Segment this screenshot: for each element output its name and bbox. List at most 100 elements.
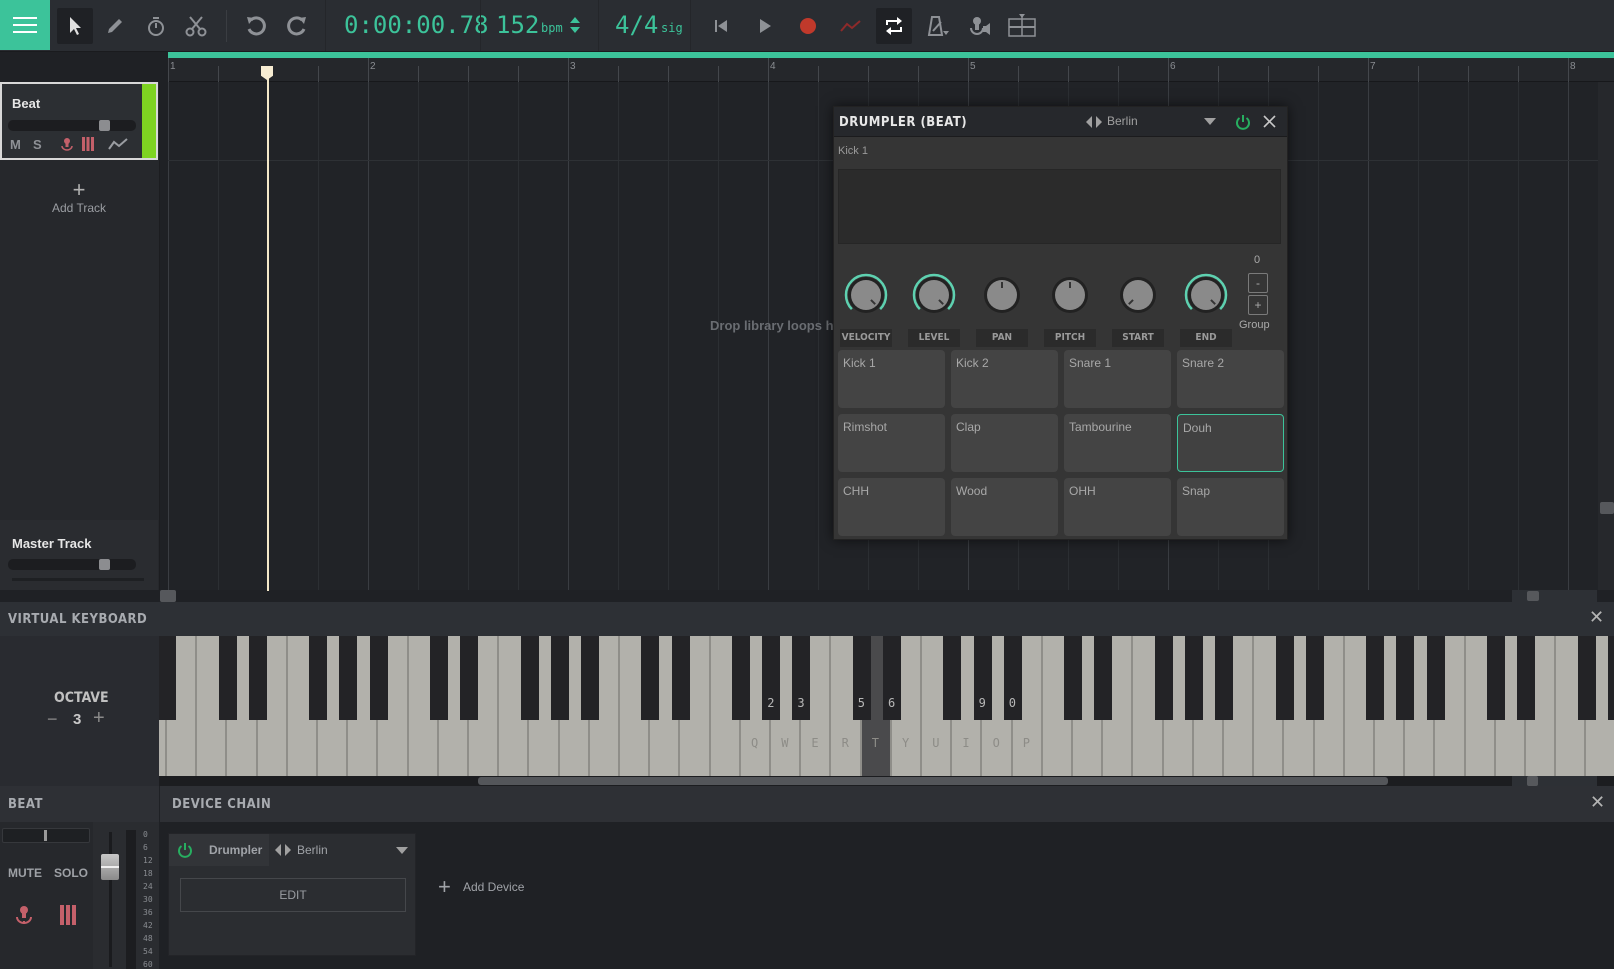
preset-name[interactable]: Berlin <box>1107 114 1138 128</box>
knob-dial-icon[interactable] <box>906 267 962 325</box>
midi-keyboard-icon[interactable] <box>60 905 76 925</box>
signature-display[interactable]: 4/4 sig <box>598 0 690 51</box>
rewind-button[interactable] <box>703 8 739 44</box>
black-key[interactable] <box>1305 636 1324 720</box>
black-key[interactable] <box>1215 636 1234 720</box>
arrange-vertical-scrollbar[interactable] <box>1598 82 1614 590</box>
drum-pad[interactable]: Snap <box>1177 478 1284 536</box>
drum-pad[interactable]: Tambourine <box>1064 414 1171 472</box>
device-chain-close-icon[interactable]: ✕ <box>1590 792 1605 813</box>
knob-end[interactable]: END <box>1178 267 1234 347</box>
automation-record-button[interactable] <box>833 8 869 44</box>
pencil-tool-button[interactable] <box>97 8 133 44</box>
black-key[interactable] <box>460 636 479 720</box>
knob-pitch[interactable]: PITCH <box>1042 267 1098 347</box>
black-key[interactable] <box>550 636 569 720</box>
knob-pan[interactable]: PAN <box>974 267 1030 347</box>
play-button[interactable] <box>747 8 783 44</box>
black-key[interactable] <box>1607 636 1614 720</box>
vertical-scroll-thumb[interactable] <box>1600 502 1614 514</box>
drum-pad[interactable]: Clap <box>951 414 1058 472</box>
drum-pad[interactable]: Snare 2 <box>1177 350 1284 408</box>
black-key[interactable] <box>1577 636 1596 720</box>
drum-pad[interactable]: Rimshot <box>838 414 945 472</box>
tempo-value[interactable]: 152 <box>496 11 539 39</box>
black-key[interactable] <box>943 636 962 720</box>
virtual-keyboard-close-icon[interactable]: ✕ <box>1589 607 1604 628</box>
close-icon[interactable] <box>1263 115 1276 128</box>
black-key[interactable] <box>218 636 237 720</box>
undo-button[interactable] <box>238 8 274 44</box>
main-menu-button[interactable] <box>0 0 50 50</box>
preset-dropdown-icon[interactable] <box>1204 118 1216 126</box>
tempo-display[interactable]: 152 bpm <box>480 0 598 51</box>
black-key[interactable] <box>641 636 660 720</box>
snap-grid-button[interactable] <box>1004 8 1040 44</box>
track-mute-button[interactable]: M <box>10 137 21 152</box>
track-volume-thumb[interactable] <box>99 120 110 131</box>
zoom-scrollbar[interactable] <box>1512 590 1597 602</box>
knob-dial-icon[interactable] <box>1110 267 1166 325</box>
device-power-icon[interactable] <box>177 842 193 858</box>
keyboard-zoom-scrollbar[interactable] <box>1512 776 1597 786</box>
knob-dial-icon[interactable] <box>974 267 1030 325</box>
group-increment-button[interactable]: + <box>1248 295 1268 315</box>
drum-pad[interactable]: Wood <box>951 478 1058 536</box>
knob-start[interactable]: START <box>1110 267 1166 347</box>
stopwatch-tool-button[interactable] <box>138 8 174 44</box>
black-key[interactable] <box>581 636 599 720</box>
drum-pad[interactable]: Kick 1 <box>838 350 945 408</box>
midi-keyboard-icon[interactable] <box>82 137 94 151</box>
black-key[interactable] <box>1396 636 1415 720</box>
keyboard-zoom-thumb[interactable] <box>1527 776 1538 786</box>
black-key[interactable] <box>248 636 267 720</box>
black-key[interactable] <box>369 636 388 720</box>
knob-level[interactable]: LEVEL <box>906 267 962 347</box>
black-key[interactable] <box>339 636 358 720</box>
black-key[interactable] <box>1064 636 1083 720</box>
metronome-button[interactable] <box>920 8 956 44</box>
black-key[interactable] <box>159 636 177 720</box>
knob-dial-icon[interactable] <box>838 267 894 325</box>
automation-icon[interactable] <box>108 138 128 150</box>
master-volume-slider[interactable] <box>8 559 136 570</box>
drum-pad[interactable]: CHH <box>838 478 945 536</box>
drumpler-title-bar[interactable]: DRUMPLER (BEAT) Berlin <box>834 107 1287 137</box>
arrange-scroll-handle[interactable] <box>160 590 176 602</box>
device-name-tab[interactable]: Drumpler <box>169 834 269 866</box>
pan-slider[interactable] <box>2 828 90 843</box>
tempo-stepper-icon[interactable] <box>569 14 581 36</box>
octave-up-button[interactable]: + <box>93 707 105 730</box>
track-solo-button[interactable]: S <box>33 137 42 152</box>
drum-pad[interactable]: Snare 1 <box>1064 350 1171 408</box>
black-key[interactable] <box>1426 636 1445 720</box>
record-arm-icon[interactable] <box>16 905 32 925</box>
black-key[interactable] <box>732 636 750 720</box>
signature-value[interactable]: 4/4 <box>615 11 658 39</box>
knob-velocity[interactable]: VELOCITY <box>838 267 894 347</box>
record-button[interactable] <box>790 8 826 44</box>
mute-button[interactable]: MUTE <box>8 866 42 880</box>
device-preset-name[interactable]: Berlin <box>297 843 328 857</box>
loop-region-bar[interactable] <box>168 52 1614 58</box>
volume-fader-thumb[interactable] <box>101 854 119 880</box>
black-key[interactable] <box>1517 636 1536 720</box>
preset-prev-next-icon[interactable] <box>1086 116 1102 128</box>
black-key[interactable] <box>1487 636 1505 720</box>
keyboard-scroll-thumb[interactable] <box>478 777 1388 785</box>
loop-button[interactable] <box>876 8 912 44</box>
input-monitor-button[interactable] <box>962 8 998 44</box>
pointer-tool-button[interactable] <box>57 8 93 44</box>
piano-keyboard[interactable]: Q W E R T Y U I O P 2 3 5 6 9 0 <box>159 636 1614 776</box>
drum-pad[interactable]: Douh <box>1177 414 1284 472</box>
black-key[interactable] <box>430 636 448 720</box>
solo-button[interactable]: SOLO <box>54 866 88 880</box>
waveform-display[interactable] <box>838 169 1281 244</box>
redo-button[interactable] <box>279 8 315 44</box>
track-header-beat[interactable]: Beat M S <box>0 82 158 160</box>
drum-pad[interactable]: Kick 2 <box>951 350 1058 408</box>
black-key[interactable] <box>1154 636 1173 720</box>
pan-slider-thumb[interactable] <box>44 830 47 841</box>
volume-fader-track[interactable] <box>109 832 112 967</box>
zoom-scroll-thumb[interactable] <box>1527 591 1539 601</box>
